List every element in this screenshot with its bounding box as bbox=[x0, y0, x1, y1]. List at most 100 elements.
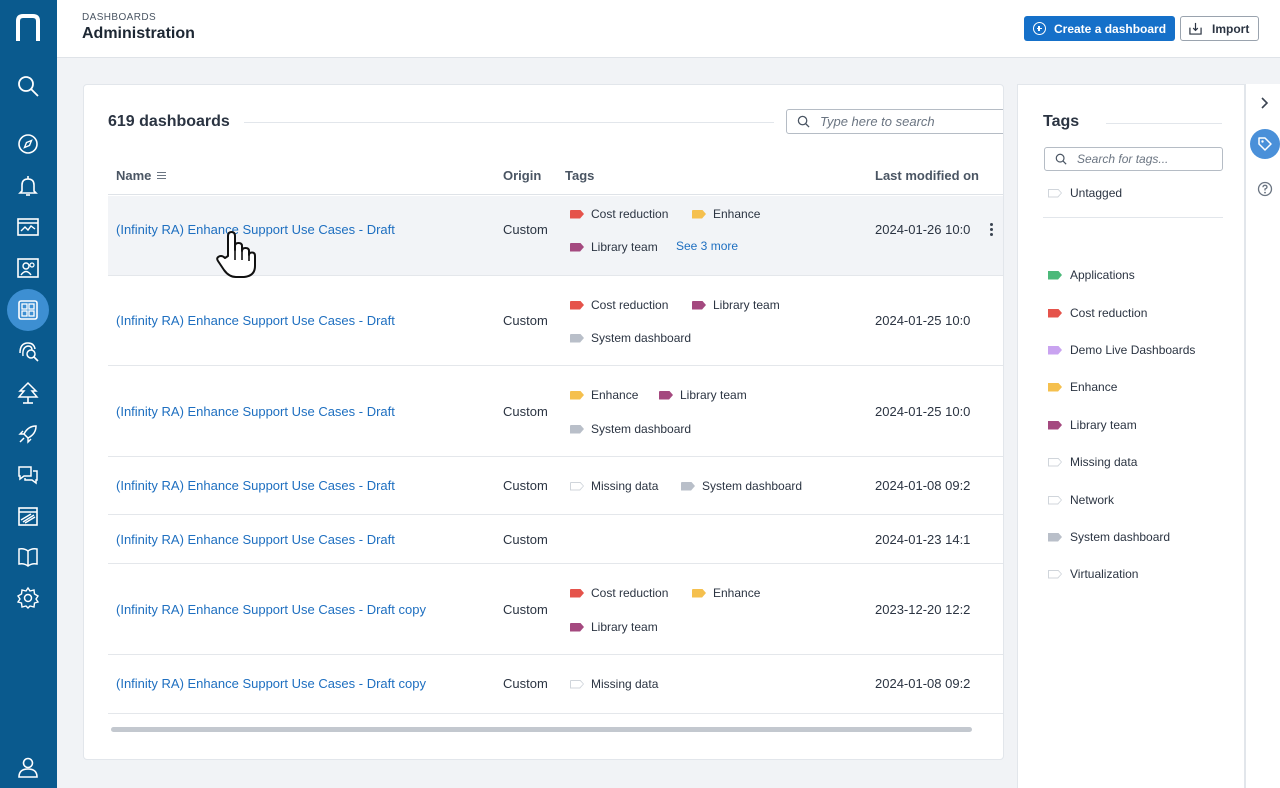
tag-icon bbox=[1258, 137, 1272, 151]
page-title: Administration bbox=[82, 25, 195, 42]
tag-chip[interactable]: Cost reduction bbox=[570, 586, 668, 600]
horizontal-scrollbar[interactable] bbox=[111, 727, 972, 732]
dashboard-name-link[interactable]: (Infinity RA) Enhance Support Use Cases … bbox=[116, 478, 395, 493]
table-row[interactable]: (Infinity RA) Enhance Support Use Cases … bbox=[108, 366, 1003, 457]
tag-filter-item[interactable]: Library team bbox=[1048, 418, 1137, 432]
fingerprint-search-icon[interactable] bbox=[16, 339, 40, 363]
create-dashboard-button[interactable]: Create a dashboard bbox=[1024, 16, 1175, 41]
tag-filter-untagged[interactable]: Untagged bbox=[1048, 186, 1122, 200]
tag-chip[interactable]: Library team bbox=[570, 620, 658, 634]
tag-chip[interactable]: System dashboard bbox=[570, 331, 691, 345]
tag-chip[interactable]: System dashboard bbox=[681, 479, 802, 493]
user-group-icon[interactable] bbox=[16, 256, 40, 280]
dashboard-name-link[interactable]: (Infinity RA) Enhance Support Use Cases … bbox=[116, 676, 426, 691]
dashboard-name-link[interactable]: (Infinity RA) Enhance Support Use Cases … bbox=[116, 404, 395, 419]
tags-panel-title: Tags bbox=[1043, 113, 1080, 130]
book-icon[interactable] bbox=[16, 545, 40, 569]
tag-filter-item[interactable]: Network bbox=[1048, 493, 1114, 507]
dashboards-icon[interactable] bbox=[16, 298, 40, 322]
search-icon[interactable] bbox=[16, 74, 40, 98]
column-header-origin[interactable]: Origin bbox=[503, 168, 541, 183]
tag-chip[interactable]: Missing data bbox=[570, 479, 658, 493]
dashboard-name-link[interactable]: (Infinity RA) Enhance Support Use Cases … bbox=[116, 602, 426, 617]
dashboard-search[interactable] bbox=[786, 109, 1003, 134]
tag-chip[interactable]: Library team bbox=[570, 240, 658, 254]
last-modified-cell: 2024-01-25 10:0 bbox=[875, 313, 971, 328]
tag-filter-item[interactable]: Demo Live Dashboards bbox=[1048, 343, 1195, 357]
tag-search-input[interactable] bbox=[1077, 152, 1217, 166]
tag-color-icon bbox=[1048, 308, 1062, 318]
tags-toggle-button[interactable] bbox=[1250, 129, 1280, 159]
report-icon[interactable] bbox=[16, 504, 40, 528]
last-modified-cell: 2023-12-20 12:2 bbox=[875, 602, 971, 617]
tag-color-icon bbox=[570, 424, 584, 434]
more-options-icon[interactable] bbox=[990, 223, 994, 237]
tag-chip[interactable]: Cost reduction bbox=[570, 207, 668, 221]
tag-filter-label: Network bbox=[1070, 493, 1115, 507]
dashboard-name-link[interactable]: (Infinity RA) Enhance Support Use Cases … bbox=[116, 313, 395, 328]
chevron-right-icon[interactable] bbox=[1257, 96, 1271, 110]
tag-chip[interactable]: Enhance bbox=[692, 207, 760, 221]
tag-chip[interactable]: Cost reduction bbox=[570, 298, 668, 312]
search-icon bbox=[797, 115, 810, 128]
logo-icon[interactable] bbox=[14, 13, 42, 43]
tag-label: Library team bbox=[591, 240, 658, 254]
tag-color-icon bbox=[1048, 270, 1062, 280]
tag-filter-item[interactable]: Enhance bbox=[1048, 380, 1117, 394]
table-row[interactable]: (Infinity RA) Enhance Support Use Cases … bbox=[108, 564, 1003, 655]
gear-icon[interactable] bbox=[16, 586, 40, 610]
import-label: Import bbox=[1212, 21, 1250, 36]
tag-filter-item[interactable]: Applications bbox=[1048, 268, 1135, 282]
tag-color-icon bbox=[570, 333, 584, 343]
tag-label: System dashboard bbox=[702, 479, 803, 493]
tag-chip[interactable]: Enhance bbox=[692, 586, 760, 600]
column-header-last-modified[interactable]: Last modified on bbox=[875, 168, 979, 183]
sort-icon[interactable] bbox=[157, 172, 167, 179]
user-icon[interactable] bbox=[16, 755, 40, 779]
table-row[interactable]: (Infinity RA) Enhance Support Use Cases … bbox=[108, 276, 1003, 366]
tag-color-icon bbox=[1048, 569, 1062, 579]
last-modified-cell: 2024-01-08 09:2 bbox=[875, 676, 971, 691]
monitor-chart-icon[interactable] bbox=[16, 215, 40, 239]
tag-filter-item[interactable]: System dashboard bbox=[1048, 530, 1170, 544]
table-row[interactable]: (Infinity RA) Enhance Support Use Cases … bbox=[108, 515, 1003, 564]
tag-color-icon bbox=[570, 481, 584, 491]
divider bbox=[1106, 123, 1222, 124]
tag-filter-label: Demo Live Dashboards bbox=[1070, 343, 1196, 357]
tag-filter-label: Enhance bbox=[1070, 380, 1118, 394]
search-input[interactable] bbox=[820, 114, 1000, 129]
tree-icon[interactable] bbox=[16, 381, 40, 405]
tags-panel: Tags Untagged Applications Cost reductio… bbox=[1017, 84, 1245, 788]
compass-icon[interactable] bbox=[16, 132, 40, 156]
tag-chip[interactable]: Library team bbox=[692, 298, 780, 312]
chat-icon[interactable] bbox=[16, 463, 40, 487]
table-row[interactable]: (Infinity RA) Enhance Support Use Cases … bbox=[108, 655, 1003, 714]
column-header-name[interactable]: Name bbox=[116, 168, 167, 183]
column-header-tags: Tags bbox=[565, 168, 595, 183]
tag-chip[interactable]: System dashboard bbox=[570, 422, 691, 436]
help-icon[interactable] bbox=[1257, 181, 1273, 197]
bell-icon[interactable] bbox=[16, 174, 40, 198]
import-button[interactable]: Import bbox=[1180, 16, 1259, 41]
tag-filter-label: Applications bbox=[1070, 268, 1135, 282]
plus-circle-icon bbox=[1033, 22, 1046, 35]
header-divider bbox=[108, 194, 1003, 195]
tag-filter-item[interactable]: Missing data bbox=[1048, 455, 1137, 469]
tag-chip[interactable]: Enhance bbox=[570, 388, 638, 402]
table-row[interactable]: (Infinity RA) Enhance Support Use Cases … bbox=[108, 457, 1003, 515]
tag-chip[interactable]: Library team bbox=[659, 388, 747, 402]
tag-color-icon bbox=[1048, 382, 1062, 392]
rocket-icon[interactable] bbox=[16, 422, 40, 446]
main-nav bbox=[0, 0, 57, 788]
see-more-tags-link[interactable]: See 3 more bbox=[676, 239, 738, 253]
breadcrumb[interactable]: DASHBOARDS bbox=[82, 12, 156, 23]
tag-filter-item[interactable]: Virtualization bbox=[1048, 567, 1138, 581]
tag-color-icon bbox=[570, 588, 584, 598]
tag-filter-item[interactable]: Cost reduction bbox=[1048, 306, 1147, 320]
dashboard-name-link[interactable]: (Infinity RA) Enhance Support Use Cases … bbox=[116, 532, 395, 547]
tag-search[interactable] bbox=[1044, 147, 1223, 171]
tag-chip[interactable]: Missing data bbox=[570, 677, 658, 691]
hand-cursor-icon bbox=[214, 228, 258, 280]
tag-color-icon bbox=[1048, 457, 1062, 467]
tag-label: System dashboard bbox=[591, 422, 692, 436]
